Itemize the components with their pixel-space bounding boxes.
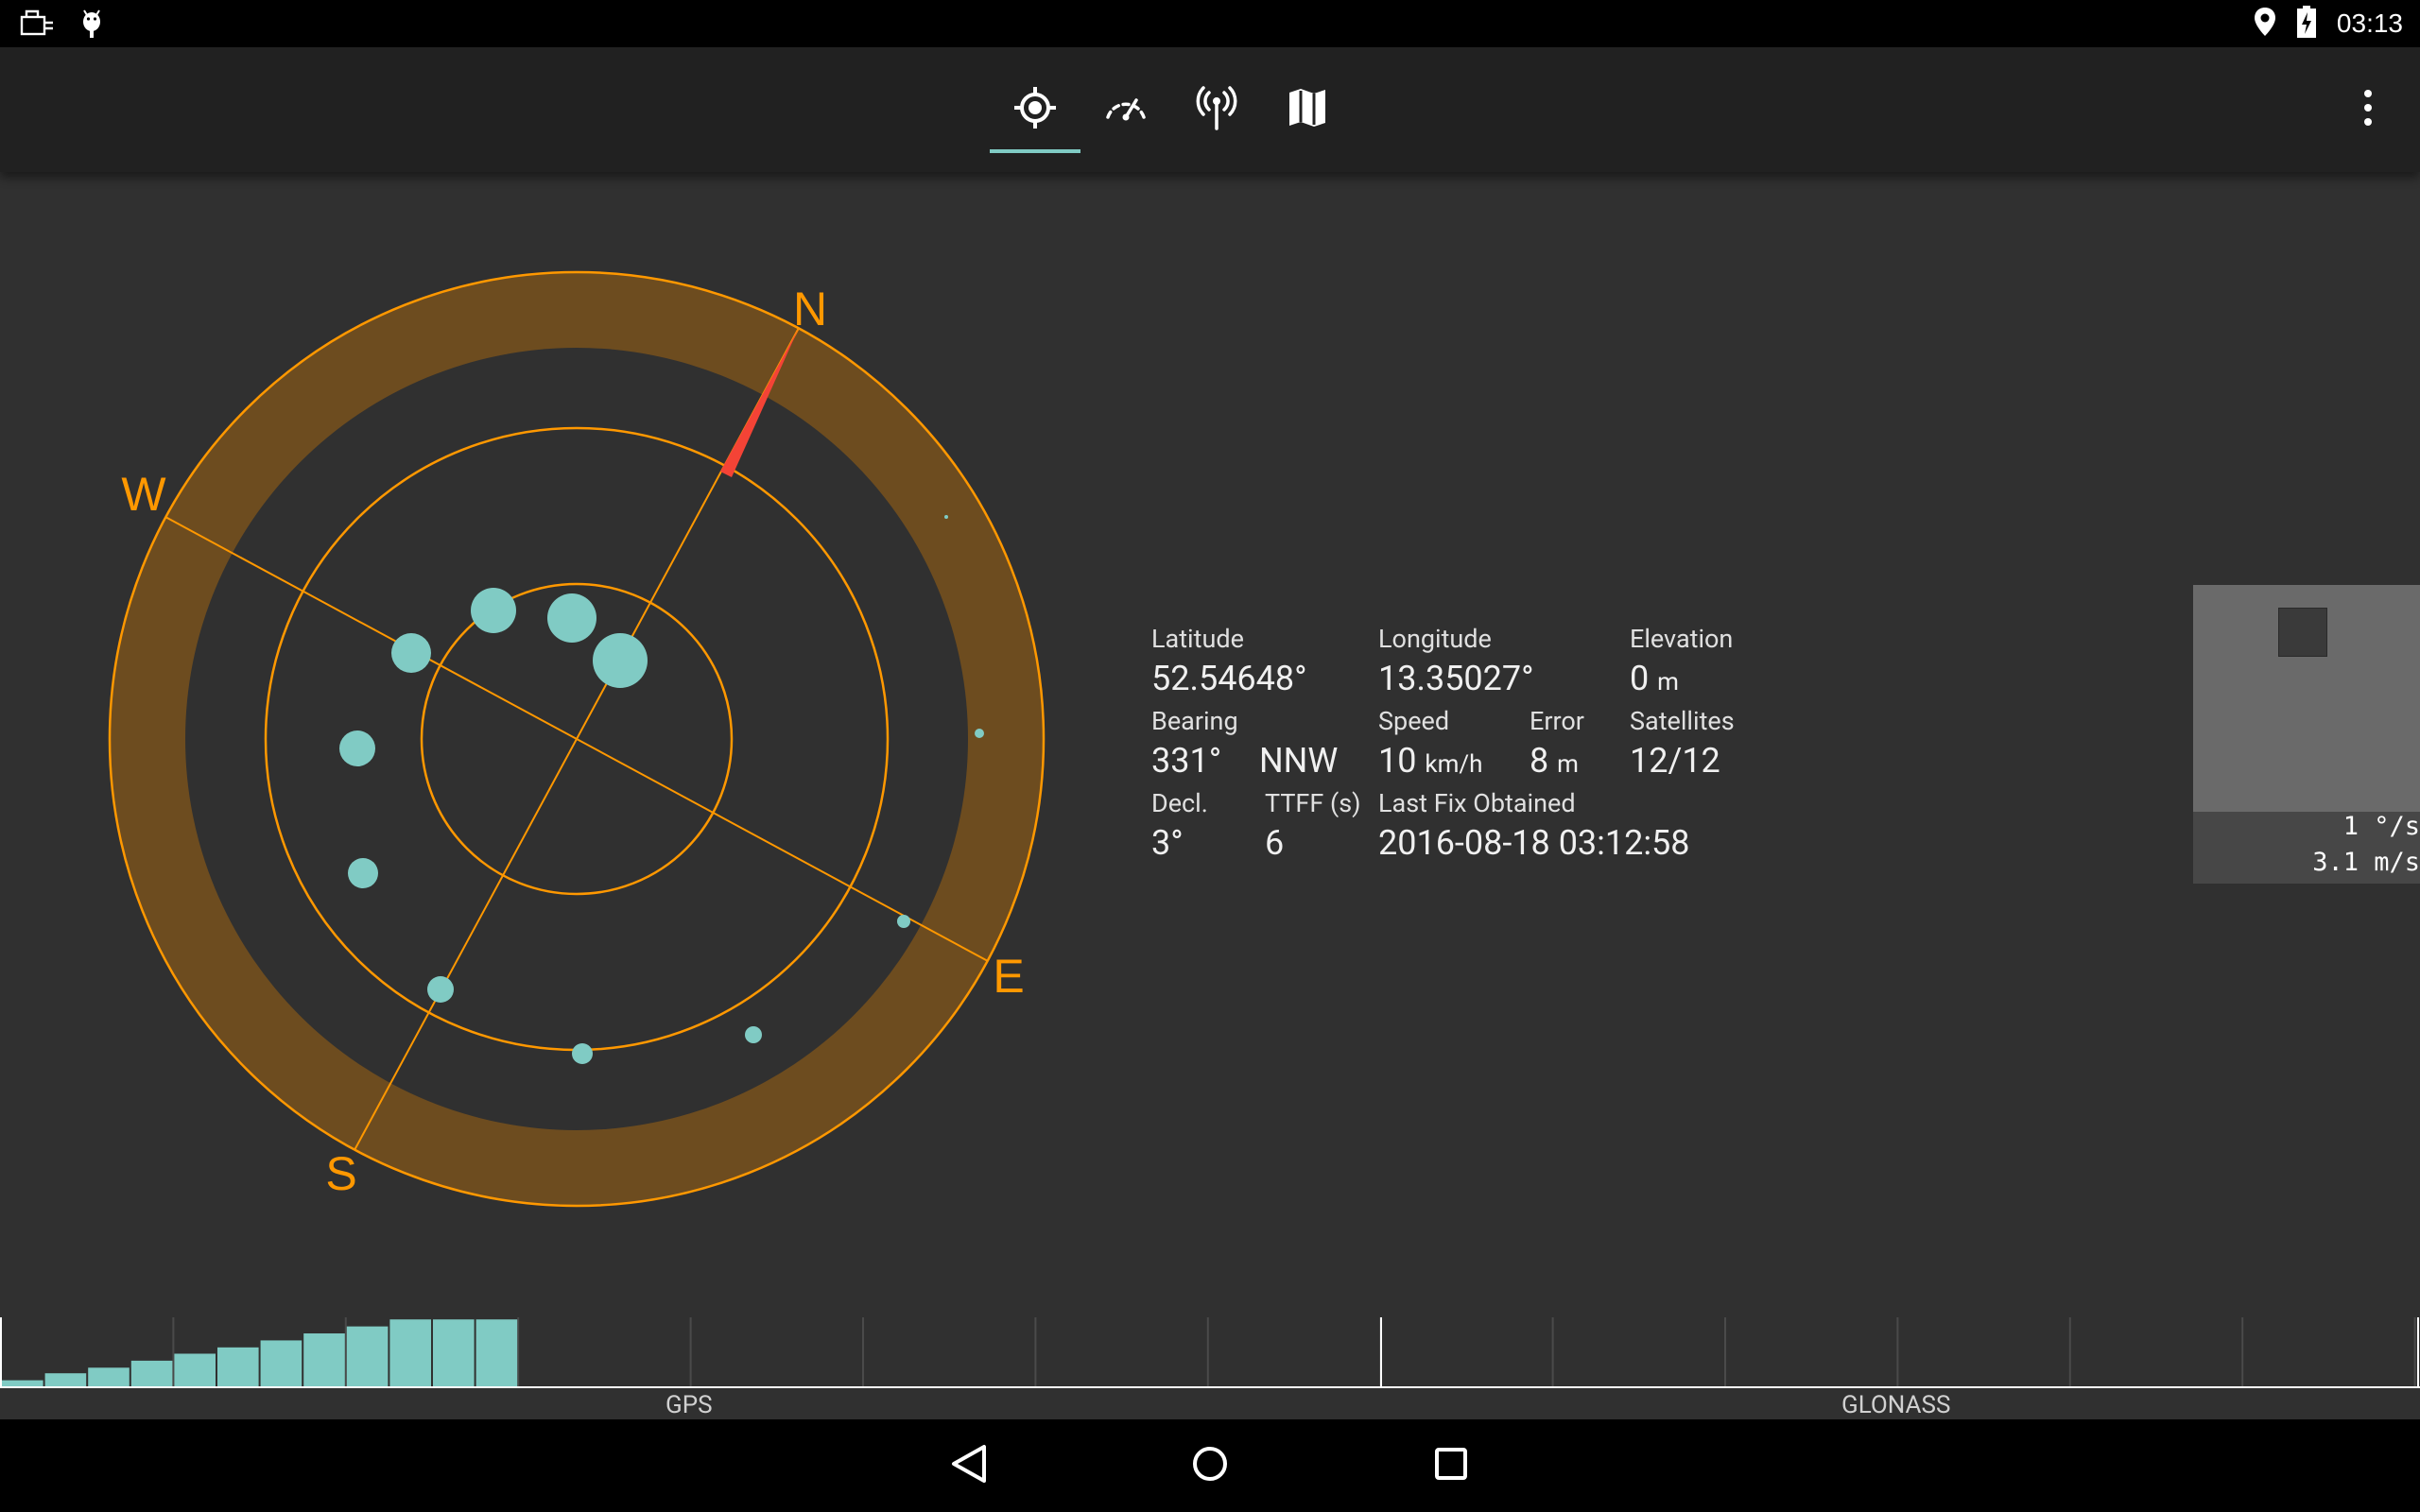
snr-bar — [217, 1347, 259, 1387]
snr-bar — [130, 1360, 173, 1387]
elevation-label: Elevation — [1630, 624, 1734, 654]
position-info-panel: Latitude Longitude Elevation 52.54648° 1… — [1151, 616, 1813, 881]
gps-fix-icon — [1012, 85, 1058, 134]
sky-view-compass: N E S W — [108, 270, 1046, 1208]
snr-bar — [433, 1319, 475, 1387]
satellite-dot — [975, 729, 984, 738]
compass-label-e: E — [993, 950, 1024, 1003]
status-bar: 03:13 — [0, 0, 2420, 47]
satellite-dot — [348, 858, 378, 888]
satellite-dot — [572, 1043, 593, 1064]
declination-value: 3° — [1151, 823, 1184, 863]
satellite-dot — [547, 593, 596, 643]
longitude-label: Longitude — [1378, 624, 1492, 654]
home-button[interactable] — [1177, 1436, 1243, 1495]
compass-label-n: N — [793, 283, 827, 335]
snr-bars — [0, 1317, 2420, 1388]
error-unit: m — [1557, 750, 1579, 779]
recents-button[interactable] — [1418, 1436, 1484, 1495]
gps-label: GPS — [666, 1391, 713, 1419]
satellite-dot — [339, 730, 375, 766]
speedometer-icon — [1102, 89, 1150, 130]
speed-label: Speed — [1378, 706, 1450, 736]
bearing-direction: NNW — [1259, 741, 1339, 781]
snr-bar — [260, 1340, 302, 1387]
home-icon — [1191, 1445, 1229, 1486]
ttff-value: 6 — [1265, 823, 1285, 863]
compass-label-w: W — [121, 468, 166, 521]
satellites-value: 12/12 — [1630, 741, 1720, 781]
snr-bar — [346, 1326, 389, 1387]
speed-unit: km/h — [1425, 750, 1483, 779]
battery-charging-icon — [2296, 6, 2316, 42]
snr-bar — [475, 1319, 518, 1387]
usb-icon — [19, 8, 57, 43]
toolbar — [0, 47, 2420, 172]
satellite-dot — [944, 515, 948, 519]
back-button[interactable] — [936, 1436, 1002, 1495]
snr-bar — [88, 1367, 130, 1387]
navigation-bar — [0, 1419, 2420, 1512]
satellite-dot — [427, 976, 454, 1003]
android-debug-icon — [78, 8, 106, 43]
declination-label: Decl. — [1151, 788, 1208, 818]
glonass-label: GLONASS — [1841, 1391, 1951, 1419]
satellite-dot — [471, 588, 516, 633]
more-vert-icon — [2362, 89, 2374, 130]
speed-value: 10 km/h — [1378, 741, 1483, 781]
satellite-dot — [897, 915, 910, 928]
map-icon — [1288, 87, 1327, 132]
acceleration: 3.1 m/s — [2312, 848, 2420, 877]
rotation-rate: 1 °/s — [2312, 812, 2420, 841]
elevation-value: 0 m — [1630, 659, 1679, 698]
latitude-value: 52.54648° — [1151, 659, 1307, 698]
tab-speed[interactable] — [1080, 47, 1171, 172]
tab-position[interactable] — [990, 47, 1080, 172]
latitude-label: Latitude — [1151, 624, 1244, 654]
longitude-value: 13.35027° — [1378, 659, 1534, 698]
clock: 03:13 — [2336, 9, 2403, 38]
satellite-dot — [391, 633, 431, 673]
satellite-dot — [593, 633, 648, 688]
motion-readouts: 1 °/s 3.1 m/s — [2193, 812, 2420, 884]
bearing-value: 331° — [1151, 741, 1222, 781]
snr-chart: GPS GLONASS — [0, 1314, 2420, 1419]
back-icon — [950, 1443, 988, 1488]
snr-bar — [303, 1333, 345, 1387]
antenna-icon — [1196, 85, 1237, 134]
motion-indicator — [2278, 608, 2327, 657]
satellite-dot — [745, 1026, 762, 1043]
snr-bar — [389, 1319, 431, 1387]
location-pin-icon — [2254, 7, 2276, 41]
tab-signal[interactable] — [1171, 47, 1262, 172]
last-fix-value: 2016-08-18 03:12:58 — [1378, 823, 1690, 863]
snr-bar — [44, 1373, 87, 1387]
snr-bar — [2, 1380, 43, 1387]
elevation-unit: m — [1657, 668, 1679, 696]
motion-widget: 1 °/s 3.1 m/s — [2193, 585, 2420, 884]
error-label: Error — [1530, 706, 1584, 736]
error-value: 8 m — [1530, 741, 1579, 781]
overflow-menu-button[interactable] — [2354, 81, 2382, 138]
tab-map[interactable] — [1262, 47, 1353, 172]
ttff-label: TTFF (s) — [1265, 788, 1361, 818]
last-fix-label: Last Fix Obtained — [1378, 788, 1576, 818]
snr-bar — [174, 1353, 216, 1387]
satellites-label: Satellites — [1630, 706, 1735, 736]
recents-icon — [1434, 1447, 1468, 1485]
compass-label-s: S — [325, 1147, 356, 1200]
bearing-label: Bearing — [1151, 706, 1238, 736]
